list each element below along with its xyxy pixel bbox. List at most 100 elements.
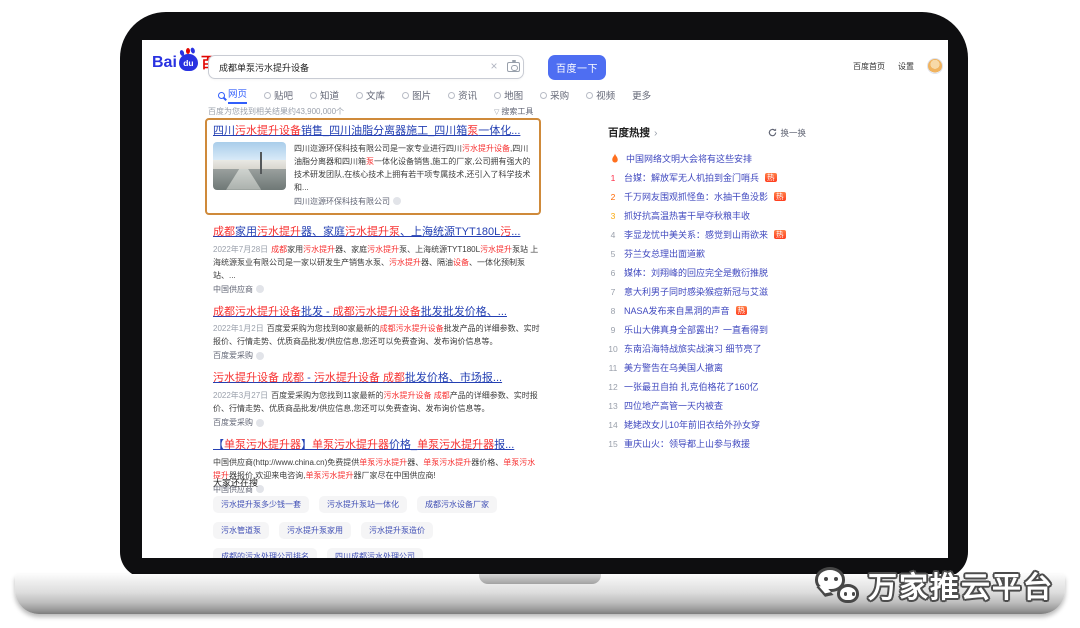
search-tab[interactable]: 视频	[586, 88, 615, 102]
hot-badge: 热	[765, 173, 777, 182]
hot-item-text: 重庆山火：领导都上山参与救援	[624, 437, 750, 450]
laptop-base-notch	[479, 574, 601, 584]
baidu-logo-bai: Bai	[152, 55, 177, 71]
hot-item-text: 台媒：解放军无人机拍到金门哨兵	[624, 171, 759, 184]
hot-item-text: 姥姥改女儿10年前旧衣给外孙女穿	[624, 418, 760, 431]
hot-rank: 3	[608, 211, 618, 221]
hot-search-list: 中国网络文明大会将有这些安排 1 台媒：解放军无人机拍到金门哨兵 热 2	[608, 149, 806, 453]
hot-rank: 7	[608, 287, 618, 297]
result-description: 2022年1月2日百度爱采购为您找到80家最新的成都污水提升设备批发产品的详细参…	[213, 322, 541, 348]
search-tab[interactable]: 采购	[540, 88, 569, 102]
hot-item-text: 四位地产高管一天内被查	[624, 399, 723, 412]
search-tab[interactable]: 更多	[632, 88, 651, 102]
related-search-chip[interactable]: 污水提升泵多少钱一套	[213, 496, 309, 513]
result-thumbnail[interactable]	[213, 142, 286, 190]
hot-rank: 8	[608, 306, 618, 316]
result-title-link[interactable]: 成都污水提升设备批发 - 成都污水提升设备批发批发价格、...	[213, 306, 541, 320]
wechat-icon	[815, 565, 861, 605]
watermark-text: 万家推云平台	[868, 564, 1054, 606]
related-search-chip[interactable]: 成都的污水处理公司排名	[213, 548, 317, 558]
hot-search-item[interactable]: 15 重庆山火：领导都上山参与救援	[608, 434, 806, 453]
source-badge-icon	[256, 419, 264, 427]
hot-search-item[interactable]: 1 台媒：解放军无人机拍到金门哨兵 热	[608, 168, 806, 187]
hot-rank: 2	[608, 192, 618, 202]
tab-icon	[356, 92, 363, 99]
hot-rank: 12	[608, 382, 618, 392]
tab-icon	[264, 92, 271, 99]
result-title-link[interactable]: 四川污水提升设备销售_四川油脂分离器施工_四川箱泵一体化...	[213, 125, 533, 139]
refresh-icon	[768, 128, 777, 137]
screenshot-stage: Bai du 百度 × 百度一下 百度首页 设置 网页	[0, 0, 1080, 628]
result-source: 百度爱采购	[213, 417, 253, 428]
hot-item-text: 李显龙忧中美关系：感觉到山雨欲来	[624, 228, 768, 241]
hot-rank: 4	[608, 230, 618, 240]
related-search-chip[interactable]: 污水提升泵造价	[361, 522, 433, 539]
related-searches: 大家还在搜 污水提升泵多少钱一套 污水提升泵站一体化 成都污水设备厂家 污水管道…	[213, 476, 553, 558]
nav-home-link[interactable]: 百度首页	[853, 61, 885, 72]
search-result[interactable]: 污水提升设备 成都 - 污水提升设备 成都批发价格、市场报... 2022年3月…	[213, 372, 541, 428]
search-tab[interactable]: 图片	[402, 88, 431, 102]
search-tools[interactable]: 搜索工具	[494, 106, 533, 117]
hot-rank: 11	[608, 363, 618, 373]
search-result[interactable]: 成都家用污水提升器、家庭污水提升泵、上海统源TYT180L污... 2022年7…	[213, 226, 541, 295]
result-title-link[interactable]: 污水提升设备 成都 - 污水提升设备 成都批发价格、市场报...	[213, 372, 541, 386]
hot-search-item[interactable]: 9 乐山大佛真身全部露出？一直看得到	[608, 320, 806, 339]
hot-rank: 15	[608, 439, 618, 449]
source-badge-icon	[256, 352, 264, 360]
hot-item-text: 美方警告在乌美国人撤离	[624, 361, 723, 374]
result-description: 2022年3月27日百度爱采购为您找到11家最新的污水提升设备 成都产品的详细参…	[213, 389, 541, 415]
search-button[interactable]: 百度一下	[548, 55, 606, 80]
source-badge-icon	[256, 285, 264, 293]
hot-search-item[interactable]: 中国网络文明大会将有这些安排	[608, 149, 806, 168]
result-source: 四川迩源环保科技有限公司	[294, 196, 390, 207]
hot-search-item[interactable]: 6 媒体：刘翔峰的回应完全是敷衍推脱	[608, 263, 806, 282]
related-search-chip[interactable]: 污水提升泵站一体化	[319, 496, 407, 513]
search-tab[interactable]: 知道	[310, 88, 339, 102]
related-search-chip[interactable]: 成都污水设备厂家	[417, 496, 497, 513]
camera-search-icon[interactable]	[507, 62, 520, 72]
hot-rank: 14	[608, 420, 618, 430]
search-result[interactable]: 四川污水提升设备销售_四川油脂分离器施工_四川箱泵一体化... 四川迩源环保科技…	[205, 118, 541, 215]
hot-item-text: 抓好抗高温热害干旱夺秋粮丰收	[624, 209, 750, 222]
tab-icon	[494, 92, 501, 99]
hot-search-item[interactable]: 13 四位地产高管一天内被查	[608, 396, 806, 415]
search-tab[interactable]: 贴吧	[264, 88, 293, 102]
hot-search-item[interactable]: 4 李显龙忧中美关系：感觉到山雨欲来 热	[608, 225, 806, 244]
clear-search-icon[interactable]: ×	[488, 59, 500, 73]
hot-item-text: 媒体：刘翔峰的回应完全是敷衍推脱	[624, 266, 768, 279]
nav-settings-link[interactable]: 设置	[898, 61, 914, 72]
result-title-link[interactable]: 成都家用污水提升器、家庭污水提升泵、上海统源TYT180L污...	[213, 226, 541, 240]
search-tabs: 网页 贴吧 知道 文库	[218, 86, 651, 104]
hot-search-item[interactable]: 3 抓好抗高温热害干旱夺秋粮丰收	[608, 206, 806, 225]
search-tab[interactable]: 资讯	[448, 88, 477, 102]
result-title-link[interactable]: 【单泵污水提升器】单泵污水提升器价格_单泵污水提升器报...	[213, 439, 541, 453]
results-list: 四川污水提升设备销售_四川油脂分离器施工_四川箱泵一体化... 四川迩源环保科技…	[213, 118, 541, 506]
watermark: 万家推云平台	[815, 564, 1054, 606]
search-input[interactable]	[208, 55, 524, 79]
baidu-serp-page: Bai du 百度 × 百度一下 百度首页 设置 网页	[142, 40, 948, 558]
hot-rank: 10	[608, 344, 618, 354]
hot-search-item[interactable]: 7 意大利男子同时感染猴痘新冠与艾滋	[608, 282, 806, 301]
hot-search-item[interactable]: 12 一张最丑自拍 扎克伯格花了160亿	[608, 377, 806, 396]
related-search-chip[interactable]: 污水管道泵	[213, 522, 269, 539]
hot-search-item[interactable]: 8 NASA发布来自黑洞的声音 热	[608, 301, 806, 320]
hot-search-item[interactable]: 2 千万网友围观抓怪鱼：水抽干鱼没影 热	[608, 187, 806, 206]
hot-item-text: 东南沿海特战旅实战演习 细节亮了	[624, 342, 762, 355]
search-tab[interactable]: 地图	[494, 88, 523, 102]
search-tab[interactable]: 网页	[218, 86, 247, 104]
result-date: 2022年3月27日	[213, 391, 268, 400]
related-chip-list: 污水提升泵多少钱一套 污水提升泵站一体化 成都污水设备厂家 污水管道泵 污水提升…	[213, 496, 545, 558]
refresh-control[interactable]: 换一换	[768, 127, 806, 139]
related-search-chip[interactable]: 污水提升泵家用	[279, 522, 351, 539]
related-search-chip[interactable]: 四川成都污水处理公司	[327, 548, 423, 558]
hot-search-item[interactable]: 5 芬兰女总理出面道歉	[608, 244, 806, 263]
search-tab[interactable]: 文库	[356, 88, 385, 102]
hot-search-title[interactable]: 百度热搜	[608, 125, 658, 140]
hot-rank: 1	[608, 173, 618, 183]
hot-search-item[interactable]: 11 美方警告在乌美国人撤离	[608, 358, 806, 377]
hot-search-item[interactable]: 14 姥姥改女儿10年前旧衣给外孙女穿	[608, 415, 806, 434]
hot-search-item[interactable]: 10 东南沿海特战旅实战演习 细节亮了	[608, 339, 806, 358]
result-source: 百度爱采购	[213, 350, 253, 361]
search-result[interactable]: 成都污水提升设备批发 - 成都污水提升设备批发批发价格、... 2022年1月2…	[213, 306, 541, 362]
user-avatar[interactable]	[927, 58, 943, 74]
